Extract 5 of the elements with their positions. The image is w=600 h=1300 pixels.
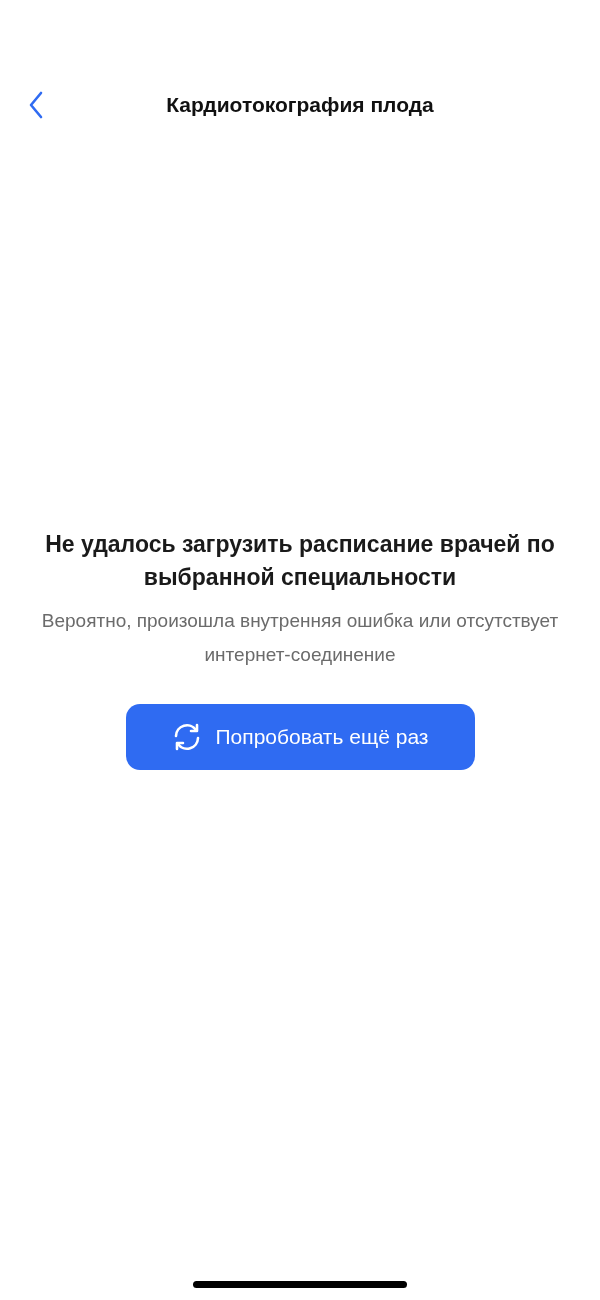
retry-button[interactable]: Попробовать ещё раз: [125, 704, 475, 770]
error-message: Вероятно, произошла внутренняя ошибка или отсутствует интернет-соединение: [40, 609, 560, 667]
screen-title: Кардиотокография плода: [166, 92, 434, 119]
back-icon: [28, 91, 44, 119]
error-title: Не удалось загрузить расписание врачей по выбранной специальности: [44, 530, 556, 592]
